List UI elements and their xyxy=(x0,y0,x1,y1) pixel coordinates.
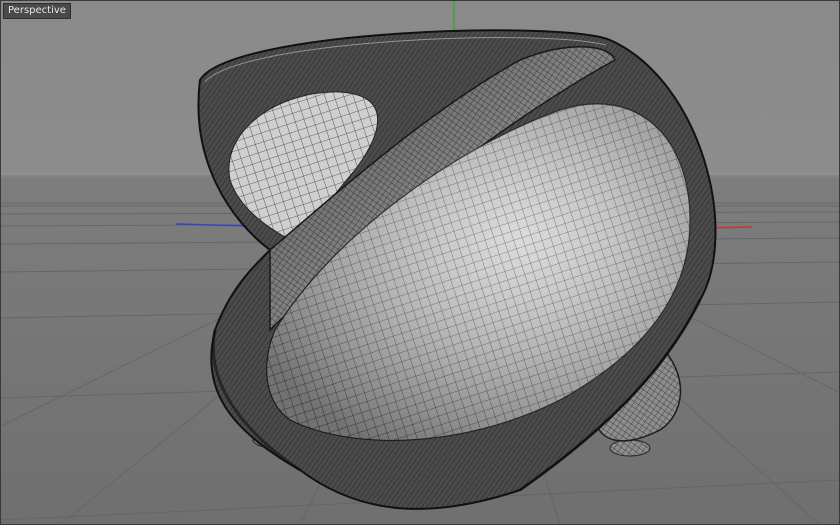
viewport-label[interactable]: Perspective xyxy=(3,3,71,19)
perspective-viewport[interactable]: Perspective xyxy=(0,0,840,525)
z-axis-line xyxy=(175,223,251,227)
wireframe-object[interactable] xyxy=(197,29,717,510)
viewport-canvas[interactable] xyxy=(0,0,840,525)
